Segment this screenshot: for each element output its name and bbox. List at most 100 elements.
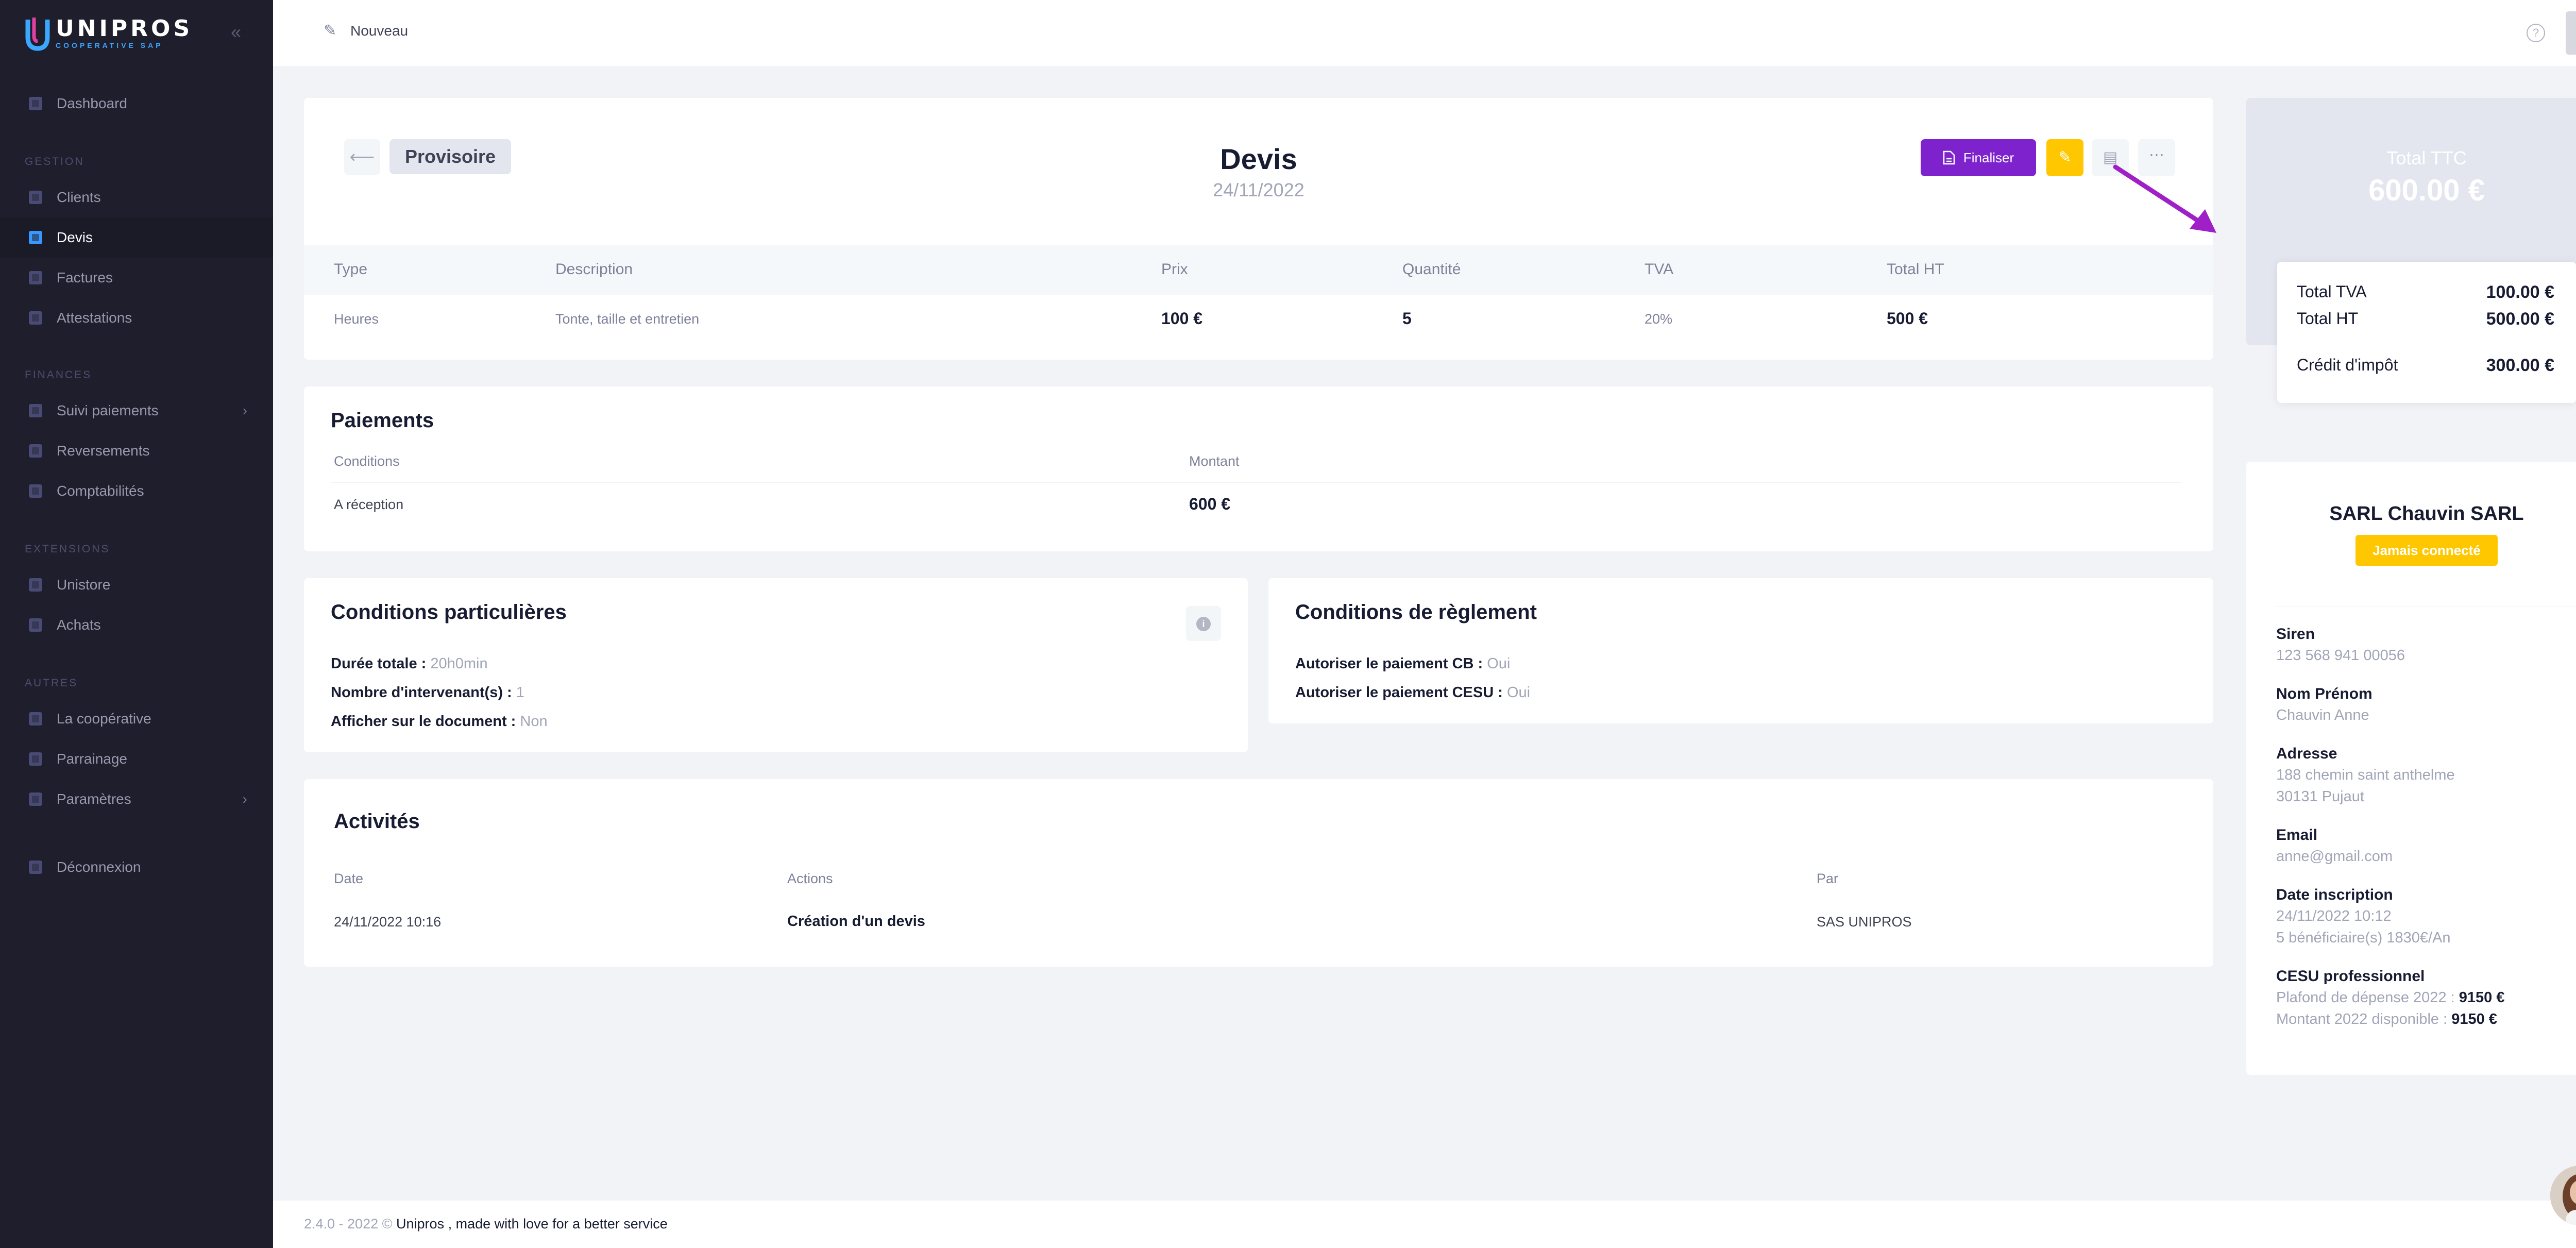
- adresse-line-1: 188 chemin saint anthelme: [2276, 767, 2455, 783]
- total-ht-row: Total HT 500.00 €: [2297, 309, 2554, 329]
- sidebar-item-deconnexion[interactable]: Déconnexion: [0, 847, 273, 887]
- credit-impot-row: Crédit d'impôt 300.00 €: [2297, 356, 2554, 376]
- user-avatar[interactable]: LC: [2566, 11, 2576, 55]
- sidebar-item-devis[interactable]: Devis: [0, 217, 273, 258]
- sidebar-item-cooperative[interactable]: La coopérative: [0, 699, 273, 739]
- help-icon[interactable]: ?: [2527, 24, 2545, 42]
- column-quantite: Quantité: [1402, 261, 1461, 278]
- annotation-arrow-icon: [2113, 164, 2216, 233]
- logo-tagline: COOPERATIVE SAP: [56, 41, 163, 49]
- topbar: ✎ Nouveau ? LC: [273, 0, 2576, 67]
- clients-icon: [29, 191, 42, 204]
- column-total-ht: Total HT: [1887, 261, 1944, 278]
- sidebar-item-reversements[interactable]: Reversements: [0, 431, 273, 471]
- column-conditions: Conditions: [334, 453, 400, 469]
- collapse-sidebar-icon[interactable]: «: [227, 23, 245, 41]
- sidebar-item-label: Déconnexion: [57, 859, 141, 875]
- sidebar-item-unistore[interactable]: Unistore: [0, 565, 273, 605]
- nav-section-gestion: GESTION: [25, 156, 84, 167]
- email-value: anne@gmail.com: [2276, 848, 2393, 865]
- sidebar-item-label: Reversements: [57, 443, 150, 459]
- cell-action: Création d'un devis: [787, 913, 925, 930]
- accounting-icon: [29, 484, 42, 498]
- column-montant: Montant: [1189, 453, 1240, 469]
- total-ht-label: Total HT: [2297, 309, 2359, 328]
- info-icon[interactable]: i: [1186, 606, 1221, 641]
- sidebar-item-clients[interactable]: Clients: [0, 177, 273, 217]
- column-tva: TVA: [1645, 261, 1674, 278]
- sidebar-item-factures[interactable]: Factures: [0, 258, 273, 298]
- nav-section-autres: AUTRES: [25, 677, 78, 689]
- cell-date: 24/11/2022 10:16: [334, 914, 442, 930]
- nom-label: Nom Prénom: [2276, 685, 2372, 702]
- footer-credit[interactable]: Unipros , made with love for a better se…: [396, 1216, 668, 1232]
- cell-total-ht: 500 €: [1887, 309, 1928, 328]
- inscription-date: 24/11/2022 10:12: [2276, 908, 2392, 924]
- sidebar-item-dashboard[interactable]: Dashboard: [0, 83, 273, 124]
- edit-icon: ✎: [324, 22, 337, 39]
- document-icon: [1943, 150, 1955, 165]
- sidebar-item-comptabilites[interactable]: Comptabilités: [0, 471, 273, 511]
- nombre-intervenants: Nombre d'intervenant(s) : 1: [331, 684, 524, 701]
- invoice-icon: [29, 271, 42, 284]
- new-button[interactable]: ✎ Nouveau: [324, 23, 408, 39]
- afficher-document: Afficher sur le document : Non: [331, 713, 548, 730]
- cell-quantite: 5: [1402, 309, 1412, 328]
- footer: 2.4.0 - 2022 © Unipros , made with love …: [273, 1201, 2576, 1248]
- logo[interactable]: UNIPROS COOPERATIVE SAP: [25, 15, 190, 54]
- column-date: Date: [334, 871, 364, 886]
- logo-name: UNIPROS: [56, 15, 193, 42]
- column-prix: Prix: [1161, 261, 1188, 278]
- sidebar-item-achats[interactable]: Achats: [0, 605, 273, 645]
- logout-icon: [29, 861, 42, 874]
- total-ht-value: 500.00 €: [2486, 309, 2554, 329]
- conditions-reglement-title: Conditions de règlement: [1295, 601, 1537, 623]
- duree-totale: Durée totale : 20h0min: [331, 655, 488, 672]
- dashboard-icon: [29, 97, 42, 110]
- sidebar-item-label: Unistore: [57, 577, 111, 593]
- paiements-card: Paiements Conditions Montant A réception…: [304, 386, 2213, 551]
- conditions-particulieres-title: Conditions particulières: [331, 601, 567, 623]
- activites-title: Activités: [334, 810, 420, 833]
- sidebar-item-label: Parrainage: [57, 751, 127, 767]
- sidebar: UNIPROS COOPERATIVE SAP « Dashboard GEST…: [0, 0, 273, 1248]
- logo-icon: [25, 18, 50, 51]
- total-ttc-value: 600.00 €: [2368, 174, 2485, 207]
- cell-montant: 600 €: [1189, 495, 1231, 513]
- inscription-label: Date inscription: [2276, 886, 2393, 903]
- sidebar-item-label: Factures: [57, 269, 113, 285]
- gear-icon: [29, 792, 42, 806]
- cesu-label: CESU professionnel: [2276, 968, 2425, 985]
- sidebar-item-label: Suivi paiements: [57, 402, 159, 418]
- sidebar-item-label: Devis: [57, 229, 93, 245]
- cell-tva: 20%: [1645, 311, 1673, 327]
- sidebar-item-suivi-paiements[interactable]: Suivi paiements ›: [0, 391, 273, 431]
- footer-text: 2.4.0 - 2022 © Unipros , made with love …: [304, 1216, 668, 1232]
- finaliser-label: Finaliser: [1963, 149, 2014, 165]
- sidebar-item-label: Attestations: [57, 310, 132, 326]
- cell-par: SAS UNIPROS: [1817, 914, 1912, 930]
- adresse-line-2: 30131 Pujaut: [2276, 788, 2364, 805]
- attestation-icon: [29, 311, 42, 325]
- client-name[interactable]: SARL Chauvin SARL: [2246, 503, 2576, 525]
- siren-value: 123 568 941 00056: [2276, 647, 2405, 664]
- client-card: SARL Chauvin SARL Jamais connecté Siren …: [2246, 462, 2576, 1075]
- nav-section-finances: FINANCES: [25, 369, 92, 381]
- plafond-depense: Plafond de dépense 2022 : 9150 €: [2276, 989, 2505, 1006]
- conditions-reglement-card: Conditions de règlement Autoriser le pai…: [1268, 578, 2213, 723]
- edit-pencil-icon[interactable]: ✎: [2046, 139, 2083, 176]
- sidebar-item-parrainage[interactable]: Parrainage: [0, 739, 273, 779]
- nav-section-extensions: EXTENSIONS: [25, 543, 110, 555]
- cell-description: Tonte, taille et entretien: [555, 311, 700, 327]
- column-type: Type: [334, 261, 368, 278]
- finaliser-button[interactable]: Finaliser: [1921, 139, 2036, 176]
- column-actions: Actions: [787, 871, 833, 886]
- new-label: Nouveau: [350, 23, 409, 39]
- sidebar-item-parametres[interactable]: Paramètres ›: [0, 779, 273, 819]
- conditions-particulieres-card: Conditions particulières i Durée totale …: [304, 578, 1248, 752]
- beneficiaires: 5 bénéficiaire(s) 1830€/An: [2276, 930, 2451, 946]
- sidebar-item-attestations[interactable]: Attestations: [0, 298, 273, 338]
- totals-breakdown: Total TVA 100.00 € Total HT 500.00 € Cré…: [2277, 262, 2576, 403]
- email-label: Email: [2276, 827, 2318, 844]
- siren-label: Siren: [2276, 626, 2315, 643]
